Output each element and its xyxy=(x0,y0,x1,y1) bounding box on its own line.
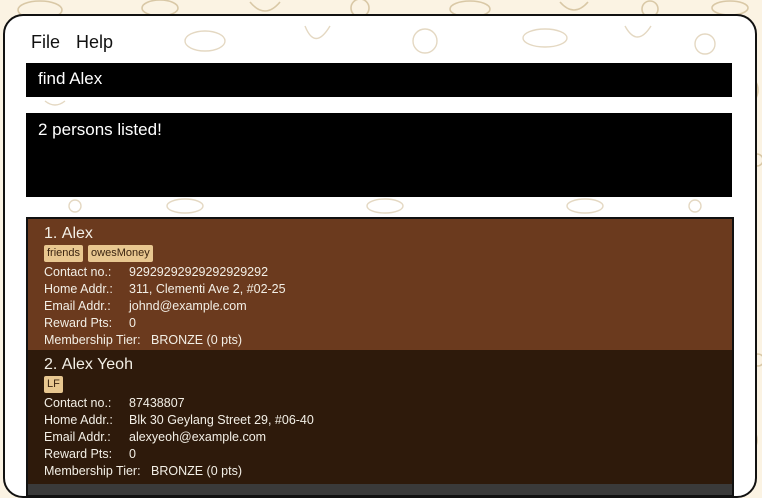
tag-list: friends owesMoney xyxy=(44,245,716,262)
contact-label: Contact no.: xyxy=(44,396,112,410)
contact-value: 92929292929292929292 xyxy=(129,265,269,279)
command-box[interactable]: find Alex xyxy=(26,63,732,97)
person-name-line: 2. Alex Yeoh xyxy=(44,356,716,374)
menu-file[interactable]: File xyxy=(31,32,60,53)
address-label: Home Addr.: xyxy=(44,413,113,427)
menu-bar: File Help xyxy=(31,32,113,53)
result-display: 2 persons listed! xyxy=(26,113,732,197)
email-value: johnd@example.com xyxy=(129,299,247,313)
person-card[interactable]: 2. Alex Yeoh LF Contact no.: 87438807 Hom… xyxy=(28,350,732,484)
tier-value: BRONZE (0 pts) xyxy=(151,333,242,347)
command-input-text: find Alex xyxy=(38,69,103,88)
address-label: Home Addr.: xyxy=(44,282,113,296)
person-name: Alex xyxy=(61,225,93,242)
tag: LF xyxy=(44,376,63,393)
person-card[interactable]: 1. Alex friends owesMoney Contact no.: 92… xyxy=(28,219,732,350)
person-name-line: 1. Alex xyxy=(44,225,716,243)
reward-label: Reward Pts: xyxy=(44,447,113,461)
tag: friends xyxy=(44,245,84,262)
tier-label: Membership Tier: xyxy=(44,333,141,347)
contact-value: 87438807 xyxy=(129,396,185,410)
contact-label: Contact no.: xyxy=(44,265,112,279)
email-value: alexyeoh@example.com xyxy=(129,430,267,444)
reward-value: 0 xyxy=(129,447,136,461)
email-label: Email Addr.: xyxy=(44,299,111,313)
menu-help[interactable]: Help xyxy=(76,32,113,53)
app-window: File Help find Alex 2 persons listed! 1.… xyxy=(3,14,757,498)
reward-value: 0 xyxy=(129,316,136,330)
tag: owesMoney xyxy=(88,245,153,262)
reward-label: Reward Pts: xyxy=(44,316,113,330)
person-index: 1. xyxy=(44,225,58,242)
person-index: 2. xyxy=(44,356,58,373)
tier-value: BRONZE (0 pts) xyxy=(151,464,242,478)
person-list[interactable]: 1. Alex friends owesMoney Contact no.: 92… xyxy=(26,217,734,496)
address-value: Blk 30 Geylang Street 29, #06-40 xyxy=(129,413,314,427)
result-message: 2 persons listed! xyxy=(38,120,162,139)
person-name: Alex Yeoh xyxy=(61,356,133,373)
tier-label: Membership Tier: xyxy=(44,464,141,478)
next-card-partial xyxy=(28,484,732,495)
address-value: 311, Clementi Ave 2, #02-25 xyxy=(129,282,286,296)
tag-list: LF xyxy=(44,376,716,393)
email-label: Email Addr.: xyxy=(44,430,111,444)
